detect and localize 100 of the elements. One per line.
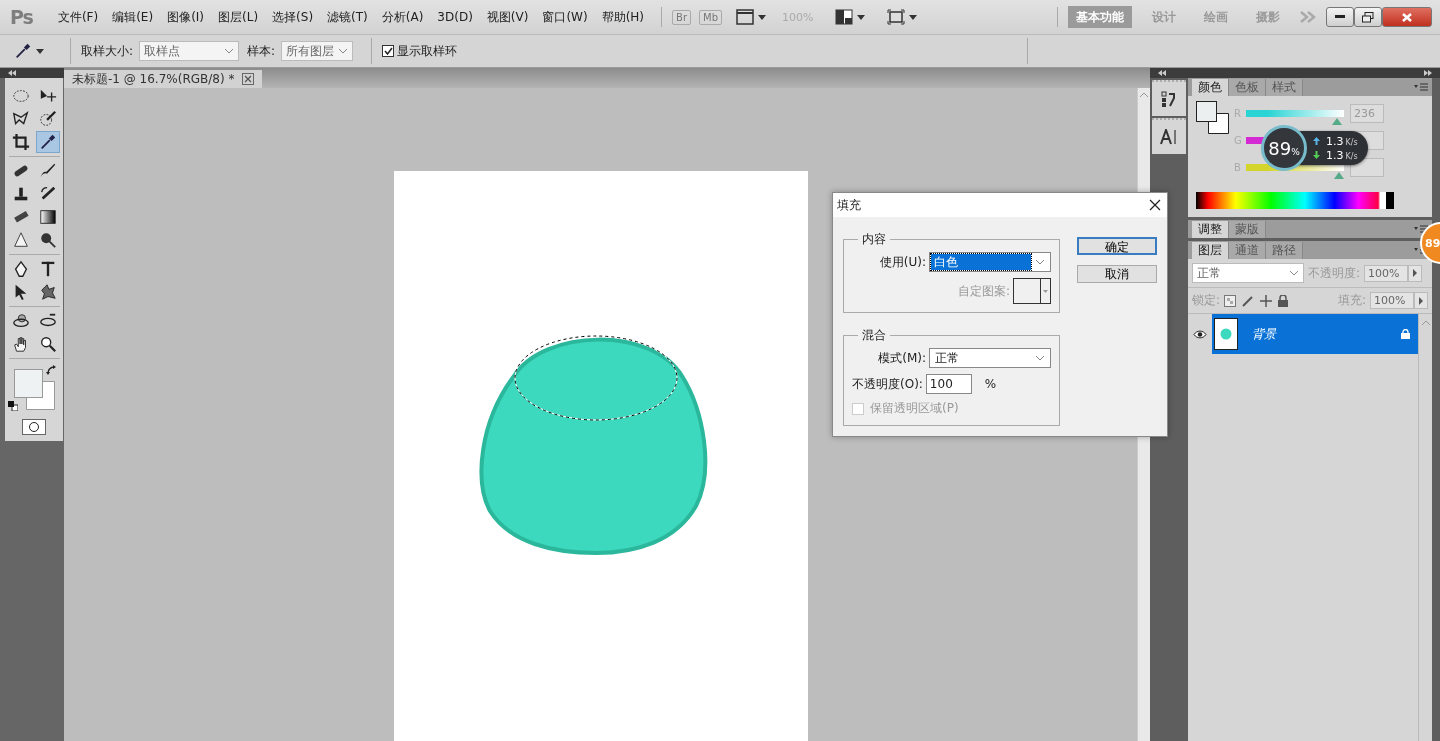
gradient-icon xyxy=(38,208,57,226)
sphere-orbit-icon xyxy=(11,312,30,330)
panel-tab[interactable]: 样式 xyxy=(1266,79,1303,96)
sample-select[interactable]: 所有图层 xyxy=(281,41,354,61)
panel-tab[interactable]: 颜色 xyxy=(1192,79,1229,96)
checkbox-label: 保留透明区域(P) xyxy=(870,400,959,417)
lock-transparency-icon[interactable] xyxy=(1224,294,1237,307)
mode-select[interactable]: 正常 xyxy=(929,348,1051,368)
slider-thumb[interactable] xyxy=(1332,117,1343,125)
fill-field[interactable]: 100% xyxy=(1370,292,1414,309)
dialog-title: 填充 xyxy=(837,196,861,214)
menu-item[interactable]: 选择(S) xyxy=(265,8,321,26)
collapse-icon[interactable] xyxy=(8,70,16,76)
lock-label: 锁定: xyxy=(1192,292,1221,309)
background-color-swatch[interactable] xyxy=(26,381,55,410)
dialog-button[interactable]: 取消 xyxy=(1077,265,1157,283)
usage-percent: 89 xyxy=(1268,137,1292,159)
chevron-down-icon xyxy=(1289,270,1299,276)
menu-item[interactable]: 窗口(W) xyxy=(535,8,595,26)
quick-mask-button[interactable] xyxy=(22,419,46,435)
field-label: 模式(M): xyxy=(878,349,926,367)
check-icon xyxy=(383,47,393,55)
menu-item[interactable]: 图像(I) xyxy=(160,8,212,26)
menu-item[interactable]: 分析(A) xyxy=(374,8,431,26)
launch-button[interactable]: Mb xyxy=(699,9,722,25)
panel-tab[interactable]: 图层 xyxy=(1192,242,1229,259)
dialog-button[interactable]: 确定 xyxy=(1077,237,1157,255)
expand-icon[interactable] xyxy=(1424,70,1432,76)
panel-tab[interactable]: 通道 xyxy=(1229,242,1266,259)
scroll-up-icon xyxy=(1421,320,1430,325)
rate-unit: K/s xyxy=(1345,151,1358,161)
rate-unit: K/s xyxy=(1345,137,1358,147)
eye-icon xyxy=(1193,329,1207,339)
foreground-color-swatch[interactable] xyxy=(14,369,43,398)
color-spectrum[interactable] xyxy=(1196,192,1394,209)
scroll-up-icon xyxy=(1140,92,1148,97)
download-rate: 1.3 xyxy=(1326,148,1344,162)
panel-tab[interactable]: 色板 xyxy=(1229,79,1266,96)
launch-button[interactable]: Br xyxy=(672,9,692,25)
sample-size-select[interactable]: 取样点 xyxy=(139,41,240,61)
foreground-color-swatch[interactable] xyxy=(1196,101,1217,122)
percent-unit: % xyxy=(1291,147,1300,157)
history-icon xyxy=(1161,90,1177,108)
percent-label: % xyxy=(984,377,997,391)
opacity-input[interactable]: 100 xyxy=(925,374,972,394)
opacity-field[interactable]: 100% xyxy=(1364,264,1409,282)
menu-item[interactable]: 编辑(E) xyxy=(105,8,161,26)
layers-scrollbar[interactable] xyxy=(1418,314,1432,741)
blend-mode-select[interactable]: 正常 xyxy=(1192,263,1304,283)
up-arrow-icon xyxy=(1313,136,1320,145)
checkbox[interactable] xyxy=(382,45,395,57)
swap-colors-icon[interactable] xyxy=(46,365,56,375)
tool-button[interactable] xyxy=(35,131,60,153)
group-title: 内容 xyxy=(861,231,887,248)
dashed-circle-brush-icon xyxy=(38,110,57,128)
zoom-icon xyxy=(38,335,57,353)
layer-row[interactable]: 背景 xyxy=(1212,314,1418,354)
character-panel-button[interactable] xyxy=(1152,118,1186,154)
layout-icon xyxy=(835,9,854,25)
checkbox-label: 显示取样环 xyxy=(397,42,458,60)
chevron-down-icon xyxy=(1035,355,1045,361)
lock-icon[interactable] xyxy=(1278,294,1289,307)
crop-icon xyxy=(11,133,30,151)
close-icon xyxy=(1402,12,1412,22)
sample-label: 样本: xyxy=(247,42,276,60)
dashed-ellipse-icon xyxy=(11,87,30,105)
default-colors-icon[interactable] xyxy=(8,401,18,411)
layer-thumbnail xyxy=(1214,318,1238,350)
menu-item[interactable]: 帮助(H) xyxy=(594,8,652,26)
fill-arrow-button[interactable] xyxy=(1414,292,1428,309)
lock-move-icon[interactable] xyxy=(1260,294,1273,307)
menu-item[interactable]: 图层(L) xyxy=(211,8,266,26)
menu-item[interactable]: 文件(F) xyxy=(50,8,106,26)
restore-button[interactable] xyxy=(1354,7,1382,27)
close-icon[interactable] xyxy=(1149,199,1161,211)
minimize-button[interactable] xyxy=(1326,7,1354,27)
character-icon xyxy=(1160,129,1178,145)
panel-tab[interactable]: 蒙版 xyxy=(1229,221,1266,238)
caret-icon xyxy=(1043,289,1048,293)
menu-item[interactable]: 滤镜(T) xyxy=(320,8,375,26)
panel-tab[interactable]: 调整 xyxy=(1192,221,1229,238)
menu-item[interactable]: 视图(V) xyxy=(479,8,536,26)
panel-tab[interactable]: 路径 xyxy=(1266,242,1303,259)
document-tab[interactable]: 未标题-1 @ 16.7%(RGB/8) * xyxy=(64,70,263,88)
badge-count: 89 xyxy=(1425,236,1440,250)
close-button[interactable] xyxy=(1382,7,1432,27)
opacity-label: 不透明度: xyxy=(1308,264,1361,282)
restore-icon xyxy=(1362,11,1374,23)
history-panel-button[interactable] xyxy=(1152,80,1186,116)
collapse-icon[interactable] xyxy=(1158,70,1166,76)
lock-brush-icon[interactable] xyxy=(1242,294,1255,307)
use-select[interactable]: 白色 xyxy=(929,252,1051,272)
app-logo: Ps xyxy=(10,6,33,28)
chevron-down-icon xyxy=(338,48,349,54)
lollipop-icon xyxy=(38,231,57,249)
sample-size-label: 取样大小: xyxy=(81,42,134,60)
triangle-icon xyxy=(11,231,30,249)
opacity-arrow-button[interactable] xyxy=(1408,264,1423,282)
chevron-down-icon xyxy=(224,48,235,54)
menu-item[interactable]: 3D(D) xyxy=(430,10,480,24)
